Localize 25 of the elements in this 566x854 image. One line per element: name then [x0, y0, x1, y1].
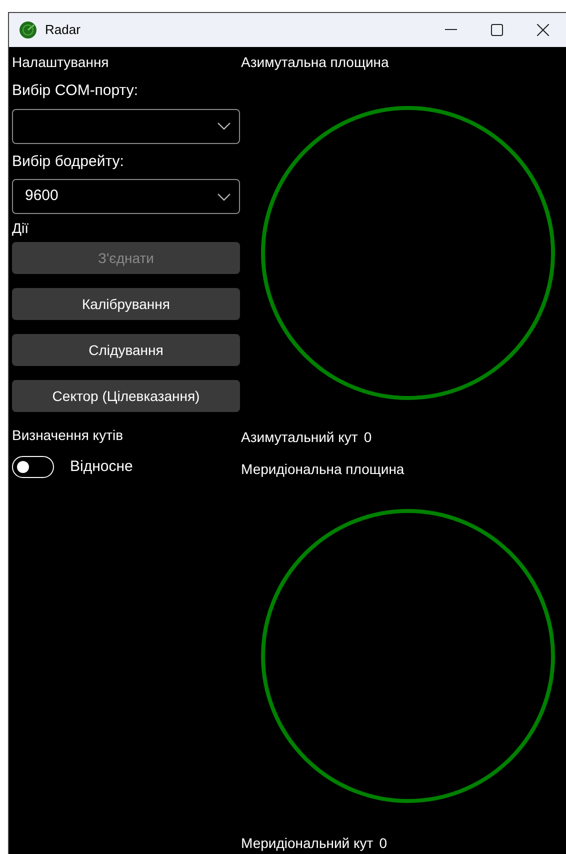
close-icon	[537, 24, 549, 36]
port-dropdown[interactable]	[12, 108, 240, 144]
angle-label: Азимутальний кут	[241, 428, 358, 447]
plane-title: Азимутальна площина	[241, 53, 390, 72]
plane-title: Меридіональна площина	[241, 460, 406, 479]
actions-heading: Дії	[12, 219, 30, 238]
baud-label: Вибір бодрейту:	[12, 152, 125, 172]
radar-icon	[19, 21, 37, 39]
action-button[interactable]: Слідування	[12, 334, 240, 366]
chevron-down-icon	[217, 192, 231, 200]
port-label: Вибір COM-порту:	[12, 81, 139, 101]
minimize-icon	[445, 29, 457, 31]
angles-heading: Визначення кутів	[12, 426, 124, 445]
angle-value: 0	[364, 428, 372, 447]
toggle-switch[interactable]	[12, 456, 54, 478]
action-button[interactable]: Сектор (Цілевказання)	[12, 380, 240, 412]
toggle-label: Відносне	[70, 457, 133, 477]
action-button[interactable]: Калібрування	[12, 288, 240, 320]
window-title: Radar	[45, 21, 80, 40]
baud-dropdown[interactable]: 9600	[12, 179, 240, 214]
angle-label: Меридіональний кут	[241, 834, 374, 853]
chevron-down-icon	[217, 122, 231, 130]
settings-heading: Налаштування	[12, 53, 110, 72]
maximize-icon	[491, 24, 503, 36]
angle-value: 0	[379, 834, 388, 853]
